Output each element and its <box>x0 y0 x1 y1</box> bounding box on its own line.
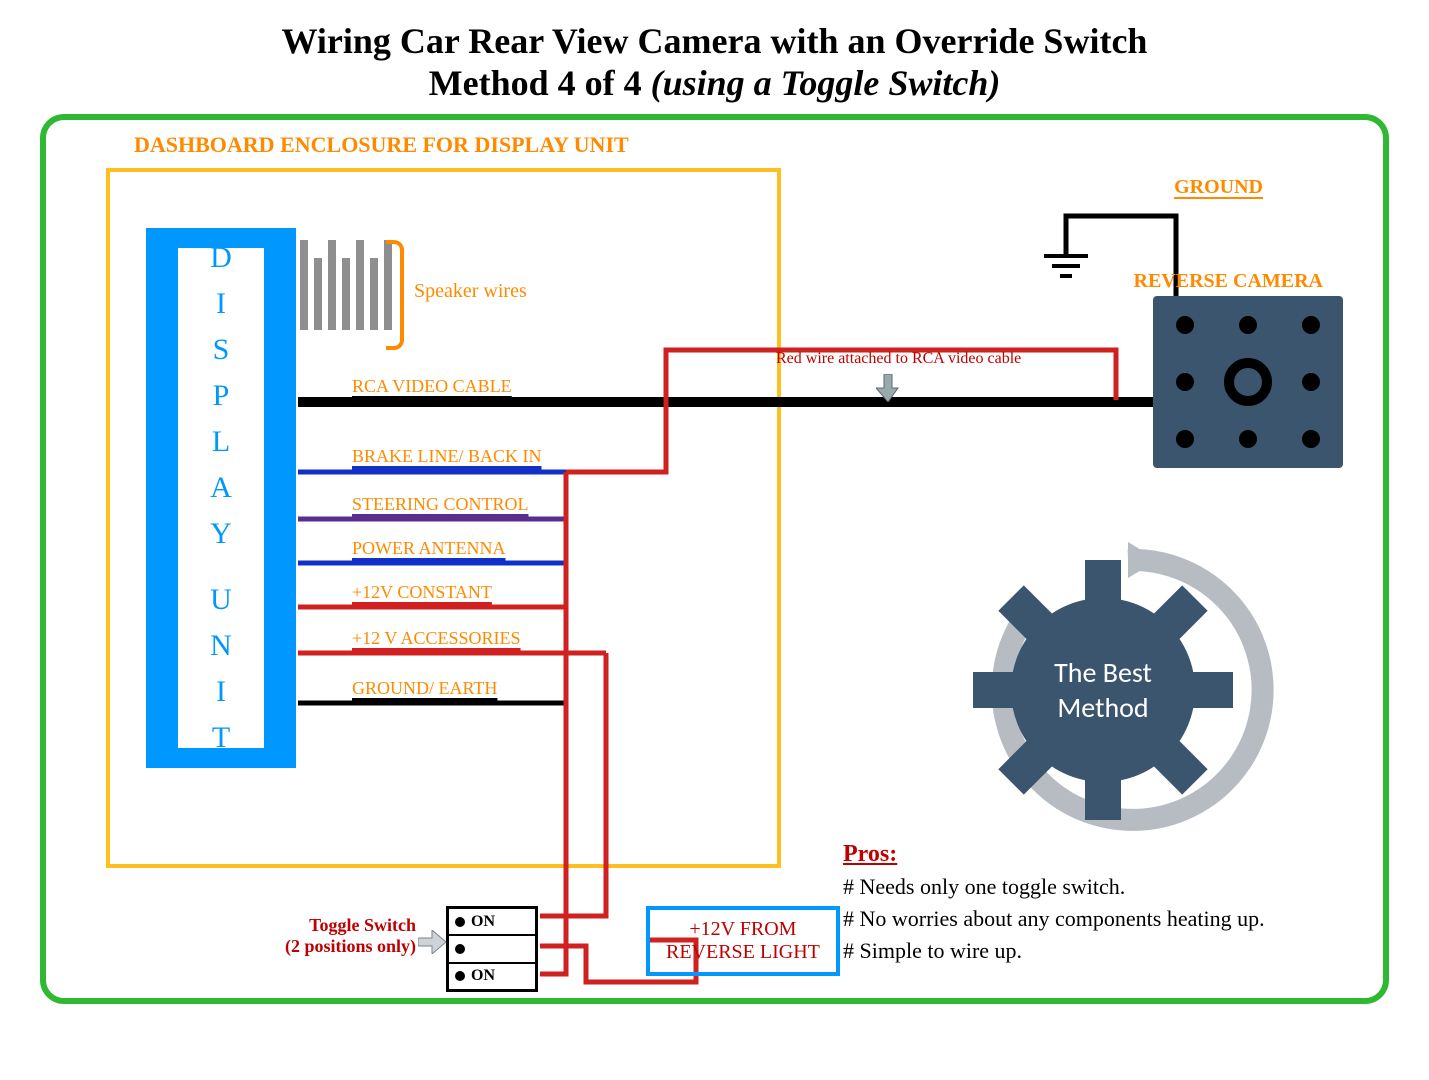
diagram-title: Wiring Car Rear View Camera with an Over… <box>20 20 1409 104</box>
pros-item-2: # No worries about any components heatin… <box>843 906 1343 932</box>
arrow-right-icon <box>418 930 446 959</box>
display-letter: Y <box>210 517 232 551</box>
speaker-wire <box>314 258 322 330</box>
display-unit-label: DISPLAYUNIT <box>178 248 264 748</box>
display-letter: T <box>212 721 230 755</box>
speaker-wires-label: Speaker wires <box>414 280 527 303</box>
display-letter: L <box>212 425 230 459</box>
wire-12v-accessories-label: +12 V ACCESSORIES <box>352 628 521 649</box>
toggle-switch-label-1: Toggle Switch <box>246 915 416 936</box>
speaker-wire <box>342 258 350 330</box>
gear-badge: The Best Method <box>973 560 1233 820</box>
pros-title: Pros: <box>843 841 1343 868</box>
title-line-2: Method 4 of 4 (using a Toggle Switch) <box>20 62 1409 104</box>
title-method: Method 4 of 4 <box>429 63 651 103</box>
display-letter: A <box>210 471 232 505</box>
ground-label: GROUND <box>1174 176 1263 199</box>
toggle-switch-label: Toggle Switch (2 positions only) <box>246 915 416 957</box>
wire-12v-constant-label: +12V CONSTANT <box>352 582 492 603</box>
dashboard-enclosure-label: DASHBOARD ENCLOSURE FOR DISPLAY UNIT <box>134 132 629 158</box>
gear-badge-text: The Best Method <box>1054 655 1152 725</box>
reverse-camera-icon <box>1153 296 1343 468</box>
title-subtitle: (using a Toggle Switch) <box>651 63 1001 103</box>
reverse-light-line2: REVERSE LIGHT <box>666 941 820 964</box>
toggle-switch-label-2: (2 positions only) <box>246 936 416 957</box>
rca-video-cable-label: RCA VIDEO CABLE <box>352 376 512 397</box>
toggle-pos-1: ON <box>449 909 535 934</box>
wire-ground-label: GROUND/ EARTH <box>352 678 497 699</box>
reverse-light-line1: +12V FROM <box>666 918 820 941</box>
wire-steering-control-label: STEERING CONTROL <box>352 494 529 515</box>
gear-text-2: Method <box>1054 690 1152 725</box>
display-letter: S <box>213 333 230 367</box>
speaker-wire <box>370 258 378 330</box>
display-letter: I <box>216 287 226 321</box>
title-line-1: Wiring Car Rear View Camera with an Over… <box>20 20 1409 62</box>
red-wire-note: Red wire attached to RCA video cable <box>776 350 1021 368</box>
wire-power-antenna-label: POWER ANTENNA <box>352 538 506 559</box>
gear-text-1: The Best <box>1054 655 1152 690</box>
display-letter: I <box>216 675 226 709</box>
reverse-light-box: +12V FROM REVERSE LIGHT <box>646 906 840 976</box>
speaker-wire <box>300 240 308 330</box>
toggle-switch: ON ON <box>446 906 538 992</box>
speaker-wires <box>300 240 398 330</box>
pros-item-1: # Needs only one toggle switch. <box>843 874 1343 900</box>
toggle-pos-center <box>449 936 535 961</box>
display-letter: D <box>210 241 232 275</box>
arrow-down-icon <box>876 374 900 407</box>
speaker-wire <box>356 240 364 330</box>
display-letter: U <box>210 583 232 617</box>
wire-brake-line-label: BRAKE LINE/ BACK IN <box>352 446 542 467</box>
pros-section: Pros: # Needs only one toggle switch. # … <box>843 841 1343 964</box>
display-letter: N <box>210 629 232 663</box>
pros-item-3: # Simple to wire up. <box>843 938 1343 964</box>
display-letter: P <box>213 379 230 413</box>
speaker-wires-bracket <box>386 240 404 350</box>
speaker-wire <box>328 240 336 330</box>
toggle-pos-2: ON <box>449 964 535 989</box>
reverse-camera-label: REVERSE CAMERA <box>1134 270 1323 293</box>
diagram-frame: DASHBOARD ENCLOSURE FOR DISPLAY UNIT DIS… <box>40 114 1389 1004</box>
display-unit: DISPLAYUNIT <box>146 228 296 768</box>
